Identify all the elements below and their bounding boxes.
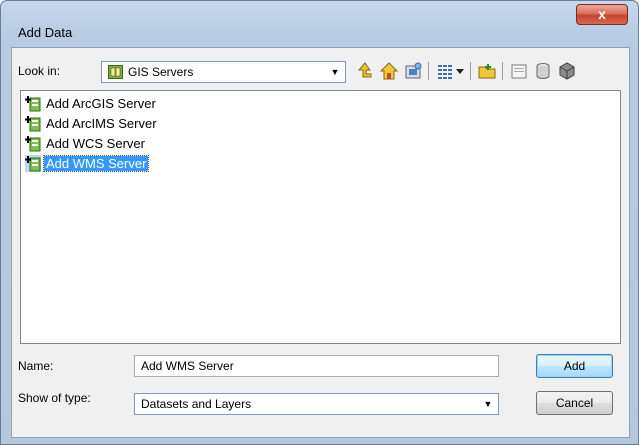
close-button[interactable]: x (576, 4, 628, 25)
up-one-level-icon[interactable] (354, 60, 376, 82)
add-button[interactable]: Add (536, 354, 613, 378)
show-of-type-select[interactable]: Datasets and Layers ▼ (134, 393, 499, 415)
list-item-label: Add ArcIMS Server (46, 116, 157, 131)
new-folder-icon[interactable] (508, 60, 530, 82)
dialog-title: Add Data (18, 25, 73, 40)
name-field[interactable]: Add WMS Server (134, 355, 499, 377)
home-icon[interactable] (378, 60, 400, 82)
toolbar-separator (470, 62, 471, 80)
add-server-icon (25, 95, 41, 112)
name-label: Name: (18, 359, 54, 373)
add-server-icon (25, 155, 41, 172)
add-data-dialog: Add Data x Look in: GIS Servers ▼ Add Ar… (0, 0, 639, 445)
server-list[interactable]: Add ArcGIS Server Add ArcIMS Server Add … (20, 90, 621, 344)
title-bar[interactable]: Add Data x (1, 1, 638, 47)
go-to-default-database-icon[interactable] (402, 60, 424, 82)
toolbar-separator (428, 62, 429, 80)
connect-to-folder-icon[interactable] (476, 60, 498, 82)
look-in-combo[interactable]: GIS Servers ▼ (101, 61, 346, 83)
add-server-icon (25, 115, 41, 132)
view-dropdown-icon[interactable] (454, 60, 466, 82)
chevron-down-icon[interactable]: ▼ (481, 396, 495, 412)
name-value: Add WMS Server (141, 359, 234, 373)
new-database-icon[interactable] (532, 60, 554, 82)
catalog-icon[interactable] (556, 60, 578, 82)
show-of-type-label: Show of type: (18, 391, 91, 405)
list-item-label: Add WCS Server (46, 136, 145, 151)
list-item-label: Add WMS Server (42, 155, 150, 172)
look-in-value: GIS Servers (128, 65, 194, 79)
cancel-button[interactable]: Cancel (536, 391, 613, 415)
dialog-body: Look in: GIS Servers ▼ Add ArcGIS Server… (11, 47, 630, 438)
gis-servers-icon (108, 65, 123, 82)
chevron-down-icon[interactable]: ▼ (328, 64, 342, 80)
view-list-icon[interactable] (434, 60, 456, 82)
look-in-label: Look in: (18, 64, 61, 78)
show-of-type-value: Datasets and Layers (141, 397, 252, 411)
add-server-icon (25, 135, 41, 152)
list-item-label: Add ArcGIS Server (46, 96, 156, 111)
toolbar-separator (502, 62, 503, 80)
